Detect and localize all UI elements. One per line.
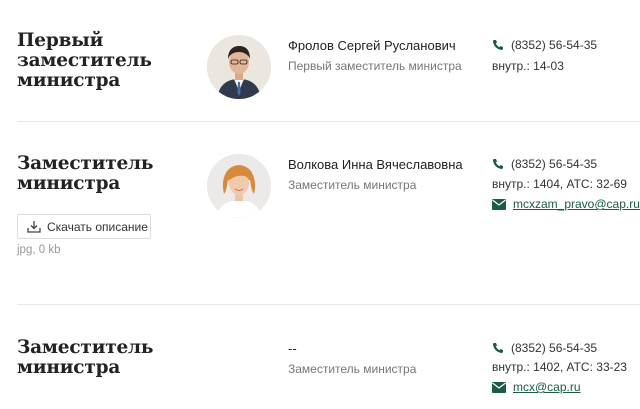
phone-icon [493, 159, 503, 169]
phone-icon [493, 343, 503, 353]
person-name: -- [288, 341, 297, 356]
envelope-icon [492, 382, 506, 393]
phone-extension: внутр.: 14-03 [492, 59, 564, 73]
avatar [207, 154, 271, 218]
avatar [207, 35, 271, 99]
file-meta: jpg, 0 kb [17, 244, 61, 256]
download-label: Скачать описание [47, 220, 148, 234]
download-description-button[interactable]: Скачать описание [17, 214, 151, 239]
person-photo [207, 35, 271, 99]
person-position: Заместитель министра [288, 178, 417, 192]
envelope-icon [492, 199, 506, 210]
phone-number: (8352) 56-54-35 [511, 341, 598, 355]
phone-number: (8352) 56-54-35 [511, 38, 598, 52]
role-title: Заместитель министра [17, 337, 154, 378]
person-position: Заместитель министра [288, 362, 417, 376]
phone-number: (8352) 56-54-35 [511, 157, 598, 171]
section-divider [17, 121, 640, 122]
phone-icon [493, 40, 503, 50]
person-photo [207, 154, 271, 218]
phone-extension: внутр.: 1404, АТС: 32-69 [492, 177, 627, 191]
role-title: Заместитель министра [17, 153, 154, 194]
role-title: Первый заместитель министра [17, 30, 152, 91]
section-divider [17, 304, 640, 305]
email-link[interactable]: mcx@cap.ru [513, 380, 581, 394]
person-name: Фролов Сергей Русланович [288, 38, 456, 53]
download-icon [27, 221, 41, 233]
email-link[interactable]: mcxzam_pravo@cap.ru [513, 197, 640, 211]
phone-extension: внутр.: 1402, АТС: 33-23 [492, 360, 627, 374]
person-position: Первый заместитель министра [288, 59, 462, 73]
person-name: Волкова Инна Вячеславовна [288, 157, 463, 172]
